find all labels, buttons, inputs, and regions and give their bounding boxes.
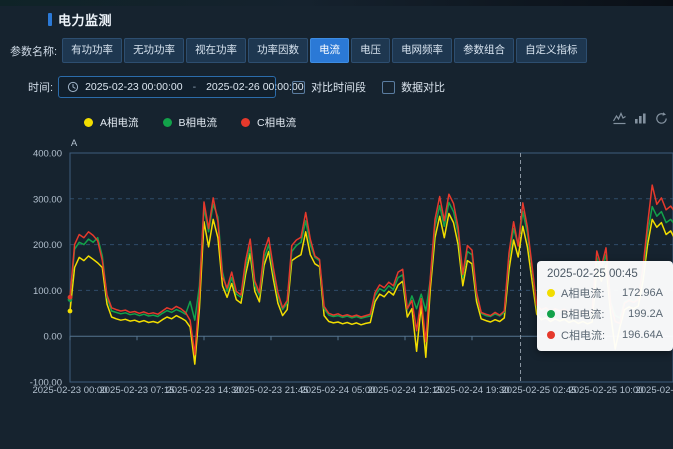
tooltip-phase-b-value: 199.2A xyxy=(628,308,663,320)
phase-a-label: A相电流 xyxy=(100,117,139,129)
tab-7[interactable]: 参数组合 xyxy=(454,38,515,63)
chart-tooltip: 2025-02-25 00:45 A相电流: 172.96A B相电流: 199… xyxy=(537,261,673,351)
tooltip-phase-c-value: 196.64A xyxy=(622,329,663,341)
tab-5[interactable]: 电压 xyxy=(351,38,391,63)
svg-text:2025-02-25 10:00: 2025-02-25 10:00 xyxy=(568,385,643,396)
tab-1[interactable]: 无功功率 xyxy=(124,38,185,63)
page-title: 电力监测 xyxy=(58,13,113,28)
parameter-row: 参数名称: 有功功率 无功功率 视在功率 功率因数 电流 电压 电网频率 参数组合 自定义指标 xyxy=(10,38,589,63)
compare-period-checkbox-wrap[interactable]: 对比时间段 xyxy=(292,79,366,95)
parameter-name-label: 参数名称: xyxy=(10,45,58,58)
tooltip-row-b: B相电流: 199.2A xyxy=(547,306,663,322)
svg-text:2025-02-25 02:45: 2025-02-25 02:45 xyxy=(501,385,576,396)
phase-b-label: B相电流 xyxy=(178,117,218,129)
chart-legend: A相电流 B相电流 C相电流 xyxy=(84,115,320,130)
power-monitoring-page: 电力监测 参数名称: 有功功率 无功功率 视在功率 功率因数 电流 电压 电网频率 参数组合自… xyxy=(0,0,673,449)
svg-text:-100.00: -100.00 xyxy=(30,378,62,389)
tab-3[interactable]: 功率因数 xyxy=(248,38,309,63)
tab-2[interactable]: 视在功率 xyxy=(186,38,247,63)
svg-text:2025-02-24 05:00: 2025-02-24 05:00 xyxy=(300,385,375,396)
legend-item-phase-c[interactable]: C相电流 xyxy=(241,115,296,130)
svg-text:2025-02-24 19:30: 2025-02-24 19:30 xyxy=(434,385,509,396)
chart-toolbox xyxy=(606,111,669,131)
svg-text:2025-02-23 21:45: 2025-02-23 21:45 xyxy=(233,385,308,396)
svg-text:400.00: 400.00 xyxy=(33,149,62,160)
phase-a-dot xyxy=(84,118,93,127)
compare-period-checkbox[interactable] xyxy=(292,80,306,94)
tooltip-phase-b-dot xyxy=(547,310,555,318)
svg-text:2025-02-23 07:15: 2025-02-23 07:15 xyxy=(99,385,174,396)
switch-to-line-icon[interactable] xyxy=(612,111,627,131)
svg-text:300.00: 300.00 xyxy=(33,194,62,205)
phase-b-dot xyxy=(162,118,172,127)
tooltip-row-a: A相电流: 172.96A xyxy=(547,285,663,301)
svg-text:200.00: 200.00 xyxy=(33,240,62,251)
compare-period-label: 对比时间段 xyxy=(311,82,367,94)
tooltip-phase-c-label: C相电流: xyxy=(561,330,605,342)
data-compare-checkbox[interactable] xyxy=(382,80,396,94)
data-compare-checkbox-wrap[interactable]: 数据对比 xyxy=(382,79,445,95)
svg-text:100.00: 100.00 xyxy=(33,286,62,297)
tooltip-row-c: C相电流: 196.64A xyxy=(547,327,663,343)
data-compare-label: 数据对比 xyxy=(401,82,446,94)
switch-to-bar-icon[interactable] xyxy=(633,111,648,131)
tab-6[interactable]: 电网频率 xyxy=(392,38,453,63)
parameter-tabs: 有功功率 无功功率 视在功率 功率因数 电流 电压 电网频率 参数组合 自定义指标 xyxy=(62,38,589,63)
svg-text:2025-02-23 14:30: 2025-02-23 14:30 xyxy=(166,385,241,396)
phase-c-dot xyxy=(241,118,251,127)
range-end-value[interactable]: 2025-02-26 00:00:00 xyxy=(206,81,304,93)
window-top-strip xyxy=(0,0,673,6)
restore-icon[interactable] xyxy=(654,111,669,131)
title-accent-bar xyxy=(48,13,52,26)
svg-text:0.00: 0.00 xyxy=(44,332,63,343)
tab-4[interactable]: 电流 xyxy=(310,38,350,63)
svg-text:2025-02-24 12:15: 2025-02-24 12:15 xyxy=(367,385,442,396)
tooltip-timestamp: 2025-02-25 00:45 xyxy=(547,268,638,280)
tooltip-phase-a-value: 172.96A xyxy=(622,287,663,299)
time-range-input[interactable]: 2025-02-23 00:00:00 - 2025-02-26 00:00:0… xyxy=(58,76,304,98)
clock-icon xyxy=(67,81,79,93)
tooltip-phase-b-label: B相电流: xyxy=(561,309,605,321)
tooltip-phase-a-dot xyxy=(547,289,555,297)
tab-8[interactable]: 自定义指标 xyxy=(516,38,587,63)
tooltip-phase-a-label: A相电流: xyxy=(561,288,605,300)
tooltip-phase-c-dot xyxy=(547,331,555,339)
legend-item-phase-b[interactable]: B相电流 xyxy=(162,115,218,130)
range-separator: - xyxy=(192,81,197,93)
time-label: 时间: xyxy=(28,82,54,94)
svg-text:2025-02-25 17:15: 2025-02-25 17:15 xyxy=(635,385,673,396)
range-start-value[interactable]: 2025-02-23 00:00:00 xyxy=(85,81,183,93)
y-axis-unit: A xyxy=(71,138,78,149)
phase-c-label: C相电流 xyxy=(257,117,297,129)
time-row: 时间: 2025-02-23 00:00:00 - 2025-02-26 00:… xyxy=(28,76,445,98)
legend-item-phase-a[interactable]: A相电流 xyxy=(84,115,139,130)
tab-0[interactable]: 有功功率 xyxy=(62,38,123,63)
page-header: 电力监测 xyxy=(48,10,112,29)
